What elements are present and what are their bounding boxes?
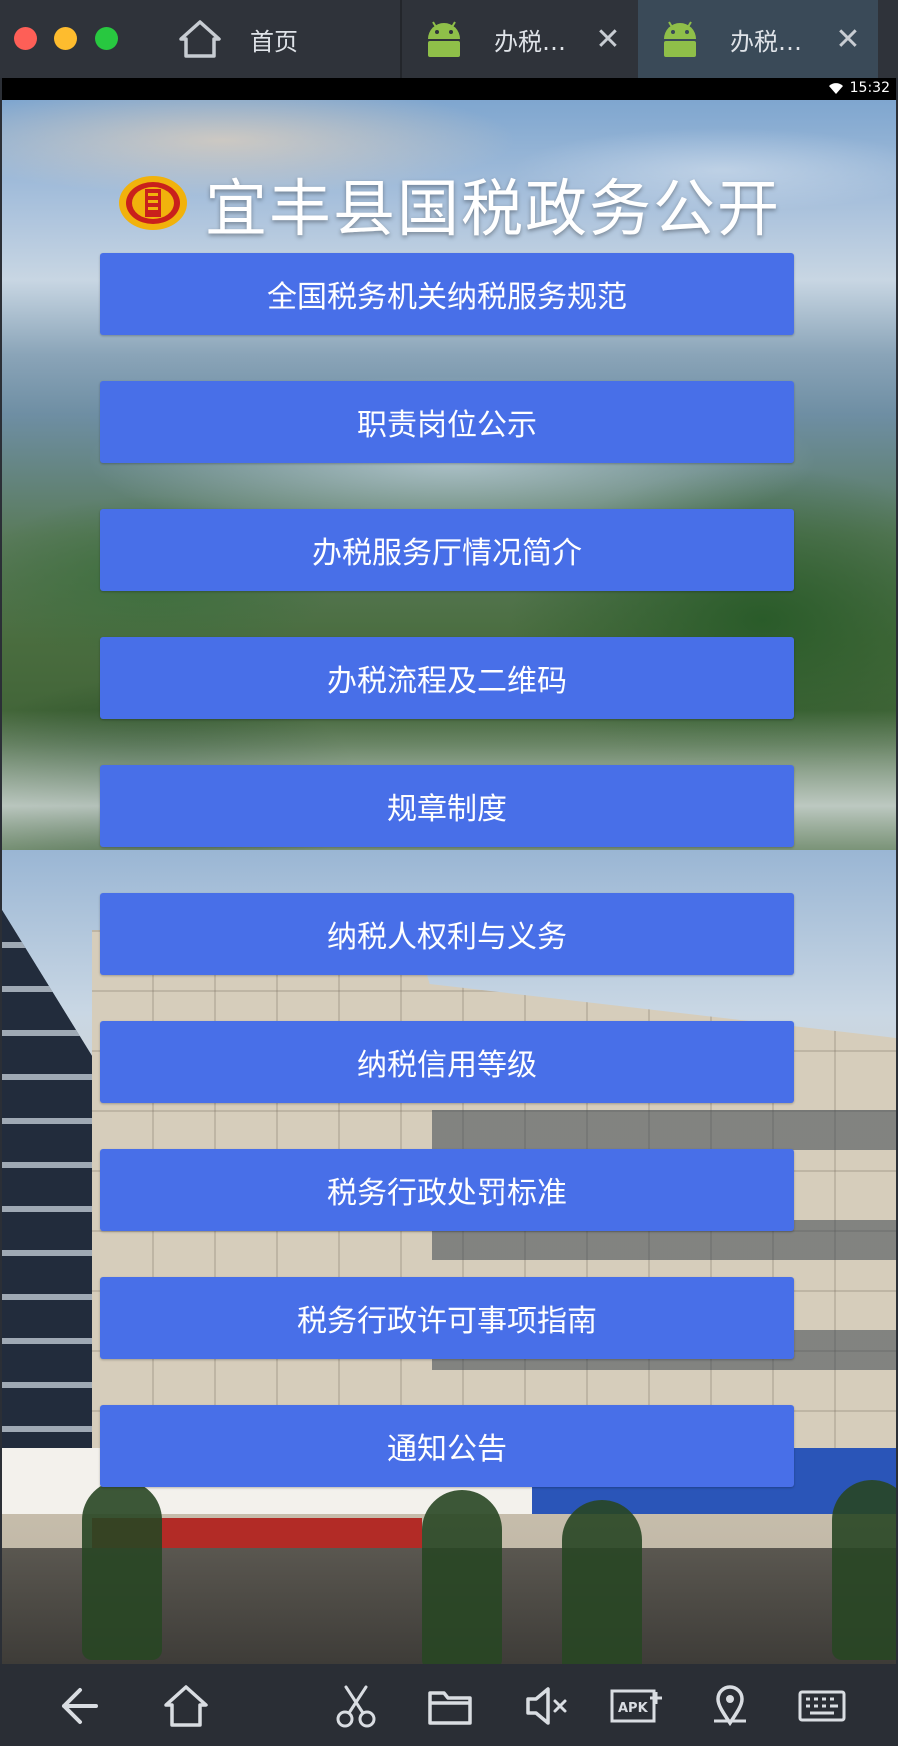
tab-home[interactable]: 首页	[176, 0, 398, 78]
keyboard-icon[interactable]	[796, 1680, 848, 1732]
close-window-button[interactable]	[14, 27, 37, 50]
minimize-window-button[interactable]	[54, 27, 77, 50]
home-icon	[176, 15, 224, 63]
close-tab-icon[interactable]: ✕	[588, 22, 628, 57]
menu-button-duties[interactable]: 职责岗位公示	[100, 381, 794, 463]
menu-button-service-norms[interactable]: 全国税务机关纳税服务规范	[100, 253, 794, 335]
android-icon	[656, 15, 704, 63]
close-tab-icon[interactable]: ✕	[828, 22, 868, 57]
home-icon[interactable]	[160, 1680, 212, 1732]
tree	[82, 1480, 162, 1660]
tab-label: 办税…	[730, 27, 802, 56]
app-content: 宜丰县国税政务公开 全国税务机关纳税服务规范 职责岗位公示 办税服务厅情况简介 …	[2, 100, 896, 1664]
location-icon[interactable]	[704, 1680, 756, 1732]
status-bar: 15:32	[2, 78, 896, 100]
menu-button-regulations[interactable]: 规章制度	[100, 765, 794, 847]
tax-emblem-icon	[117, 173, 189, 233]
menu-button-hall-intro[interactable]: 办税服务厅情况简介	[100, 509, 794, 591]
menu-button-credit-level[interactable]: 纳税信用等级	[100, 1021, 794, 1103]
back-icon[interactable]	[52, 1680, 104, 1732]
emulator-window: 首页 办税… ✕ 办税… ✕ 15:32 宜丰县国税政务公开 全国税务机关纳税服…	[0, 0, 898, 1746]
menu-button-taxpayer-rights[interactable]: 纳税人权利与义务	[100, 893, 794, 975]
menu-button-notices[interactable]: 通知公告	[100, 1405, 794, 1487]
apk-install-icon[interactable]: APK	[608, 1680, 664, 1732]
status-time: 15:32	[849, 80, 890, 96]
android-screen: 15:32 宜丰县国税政务公开 全国税务机关纳税服务规范 职责岗位公示 办税服务…	[2, 78, 896, 1664]
svg-text:APK: APK	[618, 1701, 649, 1716]
screenshot-cut-icon[interactable]	[330, 1680, 382, 1732]
menu-list: 全国税务机关纳税服务规范 职责岗位公示 办税服务厅情况简介 办税流程及二维码 规…	[100, 253, 794, 1487]
android-icon	[420, 15, 468, 63]
tab-app-2-active[interactable]: 办税… ✕	[638, 0, 878, 78]
emulator-toolbar: APK	[0, 1664, 898, 1746]
tab-label: 办税…	[494, 27, 566, 56]
folder-icon[interactable]	[424, 1680, 476, 1732]
maximize-window-button[interactable]	[95, 27, 118, 50]
tree	[832, 1480, 896, 1660]
menu-button-licensing-guide[interactable]: 税务行政许可事项指南	[100, 1277, 794, 1359]
wifi-icon	[828, 82, 844, 95]
page-title: 宜丰县国税政务公开	[204, 172, 781, 245]
tab-label: 首页	[250, 27, 298, 56]
app-header: 宜丰县国税政务公开	[2, 158, 896, 248]
tree	[422, 1490, 502, 1664]
menu-button-process-qrcode[interactable]: 办税流程及二维码	[100, 637, 794, 719]
volume-mute-icon[interactable]	[520, 1680, 572, 1732]
tab-app-1[interactable]: 办税… ✕	[400, 0, 638, 78]
window-tab-bar: 首页 办税… ✕ 办税… ✕	[0, 0, 898, 78]
menu-button-penalty-standards[interactable]: 税务行政处罚标准	[100, 1149, 794, 1231]
tree	[562, 1500, 642, 1664]
